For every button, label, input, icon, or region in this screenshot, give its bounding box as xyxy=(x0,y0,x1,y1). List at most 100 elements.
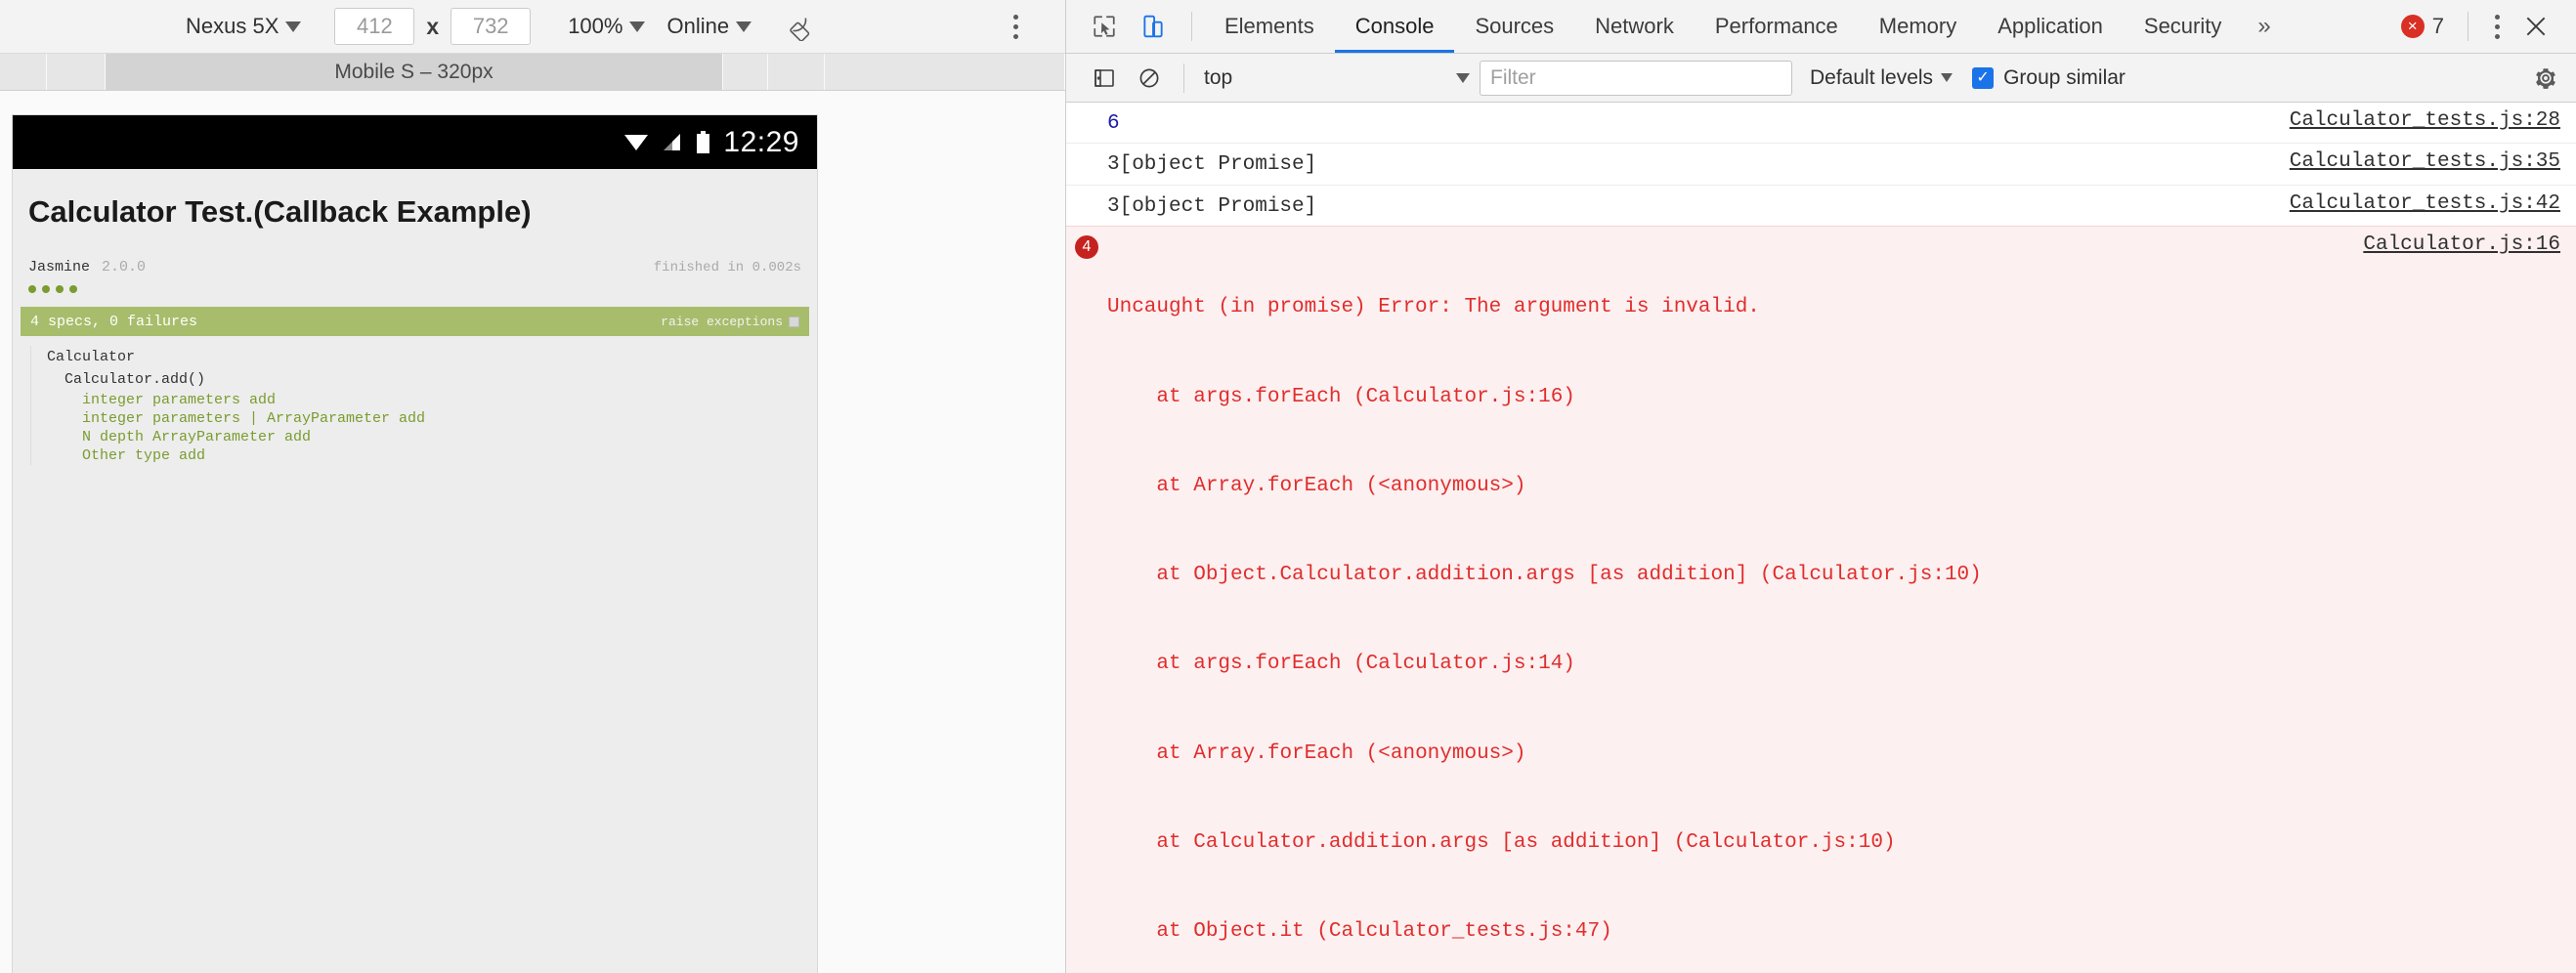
device-dimensions: x xyxy=(330,8,535,45)
stack-frame: at Array.forEach (<anonymous>) xyxy=(1107,741,1526,765)
tab-performance[interactable]: Performance xyxy=(1695,0,1859,53)
ruler-segment-active[interactable]: Mobile S – 320px xyxy=(106,54,723,90)
device-toolbar-more-button[interactable] xyxy=(1001,9,1030,44)
device-stage: 12:29 Calculator Test.(Callback Example)… xyxy=(0,91,1065,973)
chevron-down-icon xyxy=(285,21,302,32)
battery-icon xyxy=(696,130,710,154)
toggle-device-toolbar-icon xyxy=(1143,15,1163,38)
raise-exceptions-toggle[interactable]: raise exceptions xyxy=(661,315,799,329)
stack-frame: at Array.forEach (<anonymous>) xyxy=(1107,474,1526,497)
inspect-element-button[interactable] xyxy=(1082,4,1127,49)
spec-symbol-pass xyxy=(56,285,64,293)
console-settings-button[interactable] xyxy=(2533,65,2558,91)
tab-label: Console xyxy=(1354,14,1435,38)
devtools-panel: Elements Console Sources Network Perform… xyxy=(1065,0,2576,973)
console-sidebar-icon xyxy=(1095,68,1114,87)
stack-frame: at args.forEach (Calculator.js:14) xyxy=(1107,653,1575,676)
more-tabs-button[interactable]: » xyxy=(2242,0,2286,53)
message-source-link[interactable]: Calculator_tests.js:35 xyxy=(2270,148,2560,173)
tab-label: Elements xyxy=(1224,14,1314,38)
raise-exceptions-label: raise exceptions xyxy=(661,314,783,329)
error-repeat-count-badge: 4 xyxy=(1075,235,1098,260)
message-gutter xyxy=(1066,148,1107,152)
tab-elements[interactable]: Elements xyxy=(1204,0,1335,53)
chevron-right-double-icon: » xyxy=(2257,13,2271,39)
group-similar-toggle[interactable]: ✓ Group similar xyxy=(1972,66,2125,90)
tab-sources[interactable]: Sources xyxy=(1454,0,1574,53)
device-selector[interactable]: Nexus 5X xyxy=(186,14,302,39)
device-toolbar: Nexus 5X x 100% Online xyxy=(0,0,1065,54)
tab-label: Network xyxy=(1595,14,1674,38)
stack-frame: at Calculator.addition.args [as addition… xyxy=(1107,831,1896,855)
log-levels-selector[interactable]: Default levels xyxy=(1810,66,1953,90)
close-devtools-button[interactable] xyxy=(2513,4,2558,49)
tab-application[interactable]: Application xyxy=(1977,0,2124,53)
tab-label: Security xyxy=(2143,14,2222,38)
message-text: 3[object Promise] xyxy=(1107,153,1317,177)
error-count-badge[interactable]: × 7 xyxy=(2389,14,2456,39)
device-width-input[interactable] xyxy=(334,8,415,45)
console-message-error[interactable]: 4 Uncaught (in promise) Error: The argum… xyxy=(1066,226,2576,973)
more-dot xyxy=(1012,14,1018,20)
toggle-device-toolbar-button[interactable] xyxy=(1131,4,1176,49)
console-message-log[interactable]: 6 Calculator_tests.js:28 xyxy=(1066,103,2576,145)
ruler-active-label: Mobile S – 320px xyxy=(334,60,494,83)
device-width-ruler[interactable]: Mobile S – 320px xyxy=(0,54,1065,91)
device-screen[interactable]: 12:29 Calculator Test.(Callback Example)… xyxy=(12,114,818,973)
ruler-segment[interactable] xyxy=(825,54,1065,90)
network-throttle-selector[interactable]: Online xyxy=(666,14,752,39)
checkbox-checked-icon: ✓ xyxy=(1972,66,1995,89)
tab-memory[interactable]: Memory xyxy=(1859,0,1977,53)
tab-label: Sources xyxy=(1475,14,1555,38)
error-headline: Uncaught (in promise) Error: The argumen… xyxy=(1107,296,1760,319)
devtools-main-menu-button[interactable] xyxy=(2480,8,2513,45)
console-message-log[interactable]: 3[object Promise] Calculator_tests.js:35 xyxy=(1066,144,2576,186)
jasmine-report-page: Calculator Test.(Callback Example) Jasmi… xyxy=(13,169,817,973)
menu-dot xyxy=(2494,33,2500,39)
device-height-input[interactable] xyxy=(451,8,532,45)
chevron-down-icon xyxy=(1456,72,1470,83)
message-gutter: 4 xyxy=(1066,231,1107,260)
chevron-down-icon xyxy=(1941,73,1953,82)
ruler-segment[interactable] xyxy=(723,54,768,90)
device-selector-label: Nexus 5X xyxy=(186,14,279,38)
tab-security[interactable]: Security xyxy=(2124,0,2242,53)
tab-console[interactable]: Console xyxy=(1334,0,1455,53)
spec-label: N depth ArrayParameter add xyxy=(82,429,312,445)
message-source-link[interactable]: Calculator_tests.js:28 xyxy=(2270,106,2560,132)
ruler-segment[interactable] xyxy=(47,54,106,90)
message-gutter xyxy=(1066,190,1107,194)
console-message-list[interactable]: 6 Calculator_tests.js:28 3[object Promis… xyxy=(1066,103,2576,973)
message-source-link[interactable]: Calculator_tests.js:42 xyxy=(2270,190,2560,215)
execution-context-selector[interactable]: top xyxy=(1196,62,1480,95)
error-count-value: 7 xyxy=(2431,14,2444,38)
suite-label: Calculator xyxy=(47,349,136,365)
ruler-segment[interactable] xyxy=(0,54,47,90)
log-levels-label: Default levels xyxy=(1810,65,1934,89)
rotate-device-button[interactable] xyxy=(785,10,818,43)
devtools-tabstrip: Elements Console Sources Network Perform… xyxy=(1066,0,2576,54)
message-text: Uncaught (in promise) Error: The argumen… xyxy=(1107,231,2343,973)
jasmine-alert-text: 4 specs, 0 failures xyxy=(30,313,198,330)
clear-console-icon xyxy=(1139,68,1159,87)
spec-symbol-pass xyxy=(69,285,77,293)
toolbar-divider xyxy=(1183,63,1184,93)
dimension-multiply-symbol: x xyxy=(426,13,440,39)
wifi-icon xyxy=(623,132,649,153)
console-filter-input[interactable] xyxy=(1480,60,1792,96)
inspect-element-icon xyxy=(1094,16,1115,37)
zoom-selector[interactable]: 100% xyxy=(568,14,646,39)
ruler-segment[interactable] xyxy=(768,54,825,90)
tab-network[interactable]: Network xyxy=(1574,0,1695,53)
clear-console-button[interactable] xyxy=(1127,56,1172,101)
jasmine-version: 2.0.0 xyxy=(102,259,147,275)
spec-symbol-pass xyxy=(28,285,36,293)
toolbar-divider xyxy=(1191,12,1192,41)
network-throttle-label: Online xyxy=(666,14,730,38)
message-source-link[interactable]: Calculator.js:16 xyxy=(2343,231,2560,256)
stack-frame: at Object.it (Calculator_tests.js:47) xyxy=(1107,920,1612,944)
group-similar-label: Group similar xyxy=(2003,65,2125,89)
console-sidebar-button[interactable] xyxy=(1082,56,1127,101)
console-message-log[interactable]: 3[object Promise] Calculator_tests.js:42 xyxy=(1066,186,2576,228)
raise-exceptions-checkbox[interactable] xyxy=(789,316,799,327)
